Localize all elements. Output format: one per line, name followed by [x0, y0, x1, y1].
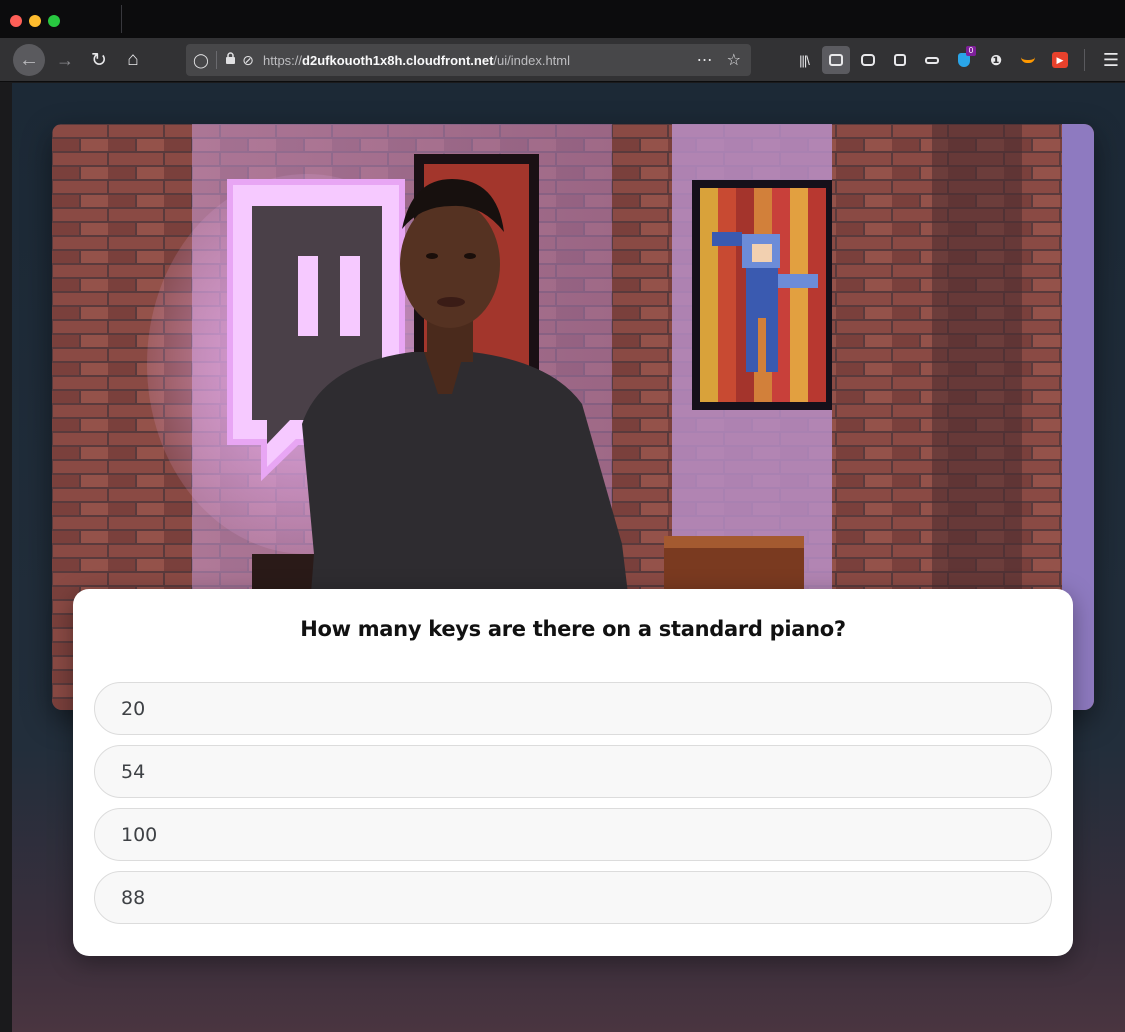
quiz-card: How many keys are there on a standard pi… [73, 589, 1073, 956]
forward-button[interactable]: → [53, 44, 77, 76]
url-divider [216, 51, 217, 69]
answer-option[interactable]: 20 [94, 682, 1052, 735]
url-text[interactable]: https://d2ufkouoth1x8h.cloudfront.net/ui… [263, 53, 570, 68]
amazon-icon[interactable] [1014, 46, 1042, 74]
more-icon[interactable]: ⋯ [697, 50, 713, 70]
dropbox-icon[interactable]: 0 [950, 46, 978, 74]
close-window-button[interactable] [10, 15, 22, 27]
menu-icon[interactable]: ☰ [1099, 38, 1123, 82]
page-body: How many keys are there on a standard pi… [12, 83, 1125, 1032]
library-icon[interactable]: |||\ [790, 46, 818, 74]
home-icon: ⌂ [127, 49, 139, 70]
tab-divider [121, 5, 122, 33]
forward-arrow-icon: → [56, 49, 74, 70]
star-icon[interactable]: ☆ [727, 50, 741, 70]
answer-list: 20 54 100 88 [94, 682, 1052, 934]
youtube-icon[interactable]: ▶ [1046, 46, 1074, 74]
extension-badge: 0 [966, 46, 976, 56]
reload-icon: ↻ [91, 49, 107, 71]
answer-option[interactable]: 100 [94, 808, 1052, 861]
back-button[interactable]: ← [13, 44, 45, 76]
minimize-window-button[interactable] [29, 15, 41, 27]
quiz-question: How many keys are there on a standard pi… [300, 617, 846, 641]
pixel-art-poster-image [692, 180, 832, 410]
home-button[interactable]: ⌂ [121, 44, 145, 76]
window-titlebar [0, 0, 1125, 38]
container-icon[interactable] [886, 46, 914, 74]
autoplay-blocked-icon[interactable]: ⊘ [239, 52, 257, 69]
mask-icon[interactable] [854, 46, 882, 74]
lock-icon[interactable] [223, 52, 237, 68]
sidebar-icon[interactable] [822, 46, 850, 74]
reader-icon[interactable] [918, 46, 946, 74]
toolbar-icons: |||\ 0 ❶ ▶ [790, 44, 1093, 76]
reload-button[interactable]: ↻ [87, 44, 111, 76]
info-icon[interactable]: ❶ [982, 46, 1010, 74]
answer-option[interactable]: 88 [94, 871, 1052, 924]
tracking-protection-icon[interactable]: ◯ [192, 52, 210, 69]
answer-option[interactable]: 54 [94, 745, 1052, 798]
zoom-window-button[interactable] [48, 15, 60, 27]
browser-toolbar: ← → ↻ ⌂ ◯ ⊘ https://d2ufkouoth1x8h.cloud… [0, 38, 1125, 82]
toolbar-divider [1084, 49, 1085, 71]
address-bar[interactable]: ◯ ⊘ https://d2ufkouoth1x8h.cloudfront.ne… [186, 44, 751, 76]
back-arrow-icon: ← [19, 48, 39, 71]
